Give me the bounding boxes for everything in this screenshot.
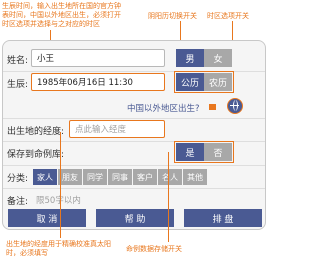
row-divider bbox=[3, 188, 265, 189]
cancel-button[interactable]: 取 消 bbox=[8, 209, 86, 227]
category-option[interactable]: 名人 bbox=[158, 169, 182, 185]
chart-button[interactable]: 排 盘 bbox=[184, 209, 262, 227]
row-divider bbox=[3, 141, 265, 142]
note-input[interactable]: 限50字以内 bbox=[31, 191, 161, 209]
note-placeholder: 限50字以内 bbox=[36, 196, 81, 206]
gender-female-button[interactable]: 女 bbox=[204, 49, 232, 67]
category-option[interactable]: 其他 bbox=[183, 169, 207, 185]
category-option[interactable]: 同学 bbox=[83, 169, 107, 185]
annotation-timezone-switch: 时区选项开关 bbox=[207, 12, 249, 20]
note-label: 备注: bbox=[7, 197, 29, 207]
annotation-birth-time: 生辰时间，输入出生地所在国的官方钟表时间，中国以外地区出生，必须打开时区选项并选… bbox=[2, 2, 121, 28]
category-option[interactable]: 客户 bbox=[133, 169, 157, 185]
annotation-calendar-switch: 阴阳历切换开关 bbox=[148, 12, 197, 20]
leader-line bbox=[168, 152, 169, 242]
calendar-switch[interactable]: 公历 农历 bbox=[174, 71, 234, 93]
category-option[interactable]: 朋友 bbox=[58, 169, 82, 185]
row-divider bbox=[3, 165, 265, 166]
longitude-placeholder: 点此输入经度 bbox=[75, 125, 127, 135]
globe-icon[interactable] bbox=[227, 98, 243, 114]
birth-time-input[interactable]: 1985年06月16日 11:30 bbox=[31, 73, 165, 91]
birth-label: 生辰: bbox=[7, 80, 29, 90]
longitude-label: 出生地的经度: bbox=[7, 127, 65, 137]
category-label: 分类: bbox=[7, 174, 29, 184]
gender-male-button[interactable]: 男 bbox=[176, 49, 204, 67]
row-divider bbox=[3, 118, 265, 119]
calendar-solar-button[interactable]: 公历 bbox=[176, 73, 204, 91]
help-button[interactable]: 帮 助 bbox=[96, 209, 174, 227]
save-label: 保存到命例库: bbox=[7, 150, 65, 160]
category-option[interactable]: 家人 bbox=[33, 169, 57, 185]
name-input[interactable]: 小王 bbox=[31, 49, 165, 67]
row-divider bbox=[3, 71, 265, 72]
flag-icon bbox=[209, 104, 216, 110]
gender-switch[interactable]: 男 女 bbox=[176, 49, 232, 67]
calendar-lunar-button[interactable]: 农历 bbox=[204, 73, 232, 91]
name-label: 姓名: bbox=[7, 56, 29, 66]
leader-line bbox=[60, 132, 61, 238]
save-switch[interactable]: 是 否 bbox=[174, 141, 234, 163]
save-no-button[interactable]: 否 bbox=[204, 143, 232, 161]
overseas-birth-prompt: 中国以外地区出生? bbox=[127, 104, 200, 114]
annotation-save-switch: 命例数据存储开关 bbox=[126, 245, 182, 253]
save-yes-button[interactable]: 是 bbox=[176, 143, 204, 161]
annotation-longitude: 出生地的经度用于精确校准真太阳时，必须填写 bbox=[6, 240, 111, 257]
category-option[interactable]: 同事 bbox=[108, 169, 132, 185]
bazi-input-form: 姓名: 小王 男 女 生辰: 1985年06月16日 11:30 公历 农历 中… bbox=[2, 40, 266, 230]
longitude-input[interactable]: 点此输入经度 bbox=[69, 120, 165, 138]
